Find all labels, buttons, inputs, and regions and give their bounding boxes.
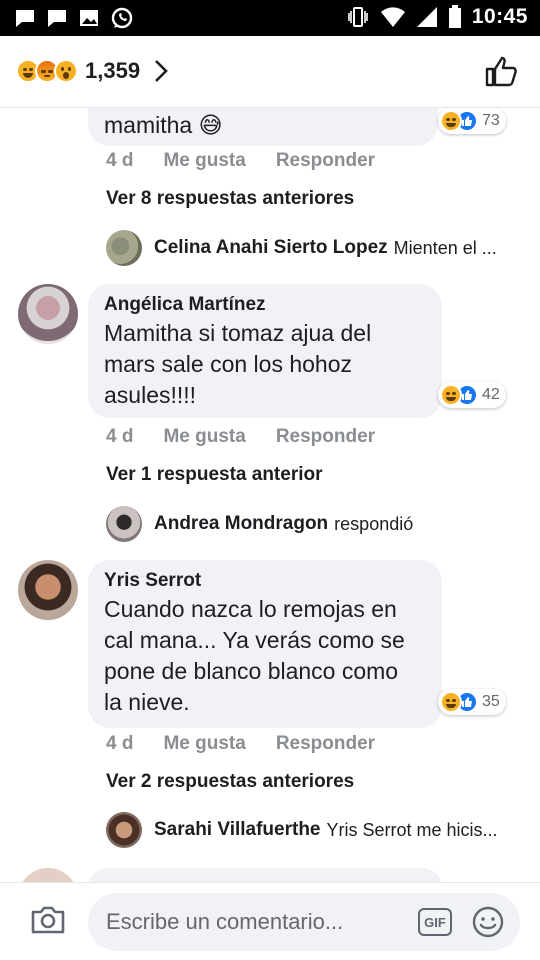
chevron-right-icon[interactable] xyxy=(154,59,168,83)
clock: 10:45 xyxy=(471,5,528,28)
comment-author[interactable]: Angélica Martínez xyxy=(104,292,426,318)
wow-reaction-icon xyxy=(54,59,78,83)
comment-bubble: Yris Serrot Cuando nazca lo remojas en c… xyxy=(88,560,442,728)
comment-text-line: Mamitha si tomaz ajua del xyxy=(104,320,372,346)
reactions-summary[interactable]: 1,359 xyxy=(16,58,168,84)
comment-time: 4 d xyxy=(106,733,134,754)
reply-link[interactable]: Responder xyxy=(276,426,375,448)
reply-snippet: respondió xyxy=(334,513,414,534)
smiley-icon[interactable] xyxy=(472,906,504,938)
comment-actions: 4 d Me gusta Responder xyxy=(106,733,375,755)
chat-notification-icon xyxy=(16,10,34,27)
comment-input[interactable]: Escribe un comentario... GIF xyxy=(88,893,520,951)
comment-reactions[interactable]: 42 xyxy=(438,382,506,408)
reaction-count: 1,359 xyxy=(85,58,141,83)
status-bar: 10:45 xyxy=(0,0,540,36)
reply-preview[interactable]: Celina Anahi Sierto Lopez Mienten el ... xyxy=(106,230,497,266)
comment-bubble: Angélica Martínez Mamitha si tomaz ajua … xyxy=(88,284,442,418)
thumbs-up-outline-icon[interactable] xyxy=(484,54,518,88)
camera-icon[interactable] xyxy=(30,905,66,935)
comment-time: 4 d xyxy=(106,150,134,171)
like-link[interactable]: Me gusta xyxy=(163,733,245,755)
reply-author: Andrea Mondragon xyxy=(154,513,329,534)
avatar[interactable] xyxy=(18,868,78,882)
comment-text-line: asules!!!! xyxy=(104,382,197,408)
like-link[interactable]: Me gusta xyxy=(163,150,245,172)
comment-actions: 4 d Me gusta Responder xyxy=(106,426,375,448)
reply-snippet: Yris Serrot me hicis... xyxy=(326,819,498,840)
comment-bubble xyxy=(88,868,442,882)
chat-notification-icon xyxy=(48,10,66,27)
avatar xyxy=(106,812,142,848)
reply-preview[interactable]: Andrea Mondragon respondió xyxy=(106,506,413,542)
wifi-icon xyxy=(380,7,405,27)
comment-time: 4 d xyxy=(106,426,134,447)
reaction-count: 73 xyxy=(482,112,500,129)
comments-feed[interactable]: mamitha 😅 73 4 d Me gusta Responder Ver … xyxy=(0,108,540,882)
reply-snippet: Mienten el ... xyxy=(393,237,497,258)
whatsapp-icon xyxy=(111,7,133,29)
reaction-count: 42 xyxy=(482,386,500,403)
reply-preview[interactable]: Sarahi Villafuerthe Yris Serrot me hicis… xyxy=(106,812,498,848)
comment-text-line: cal mana... Ya verás como se xyxy=(104,627,405,653)
reply-author: Sarahi Villafuerthe xyxy=(154,819,321,840)
comment-text-line: mars sale con los hohoz xyxy=(104,351,353,377)
comment-input-placeholder: Escribe un comentario... xyxy=(106,909,344,934)
reply-link[interactable]: Responder xyxy=(276,733,375,755)
haha-reaction-icon xyxy=(440,110,462,132)
comment-text: mamitha 😅 xyxy=(104,112,223,138)
gif-button[interactable]: GIF xyxy=(418,908,452,936)
haha-reaction-icon xyxy=(440,691,462,713)
reply-author: Celina Anahi Sierto Lopez xyxy=(154,237,388,258)
view-previous-replies[interactable]: Ver 1 respuesta anterior xyxy=(106,464,323,486)
image-notification-icon xyxy=(80,10,98,26)
like-link[interactable]: Me gusta xyxy=(163,426,245,448)
reply-link[interactable]: Responder xyxy=(276,150,375,172)
comment-composer: Escribe un comentario... GIF xyxy=(0,882,540,960)
comment-text-line: Cuando nazca lo remojas en xyxy=(104,596,397,622)
comment-author[interactable]: Yris Serrot xyxy=(104,568,426,594)
vibrate-icon xyxy=(347,7,368,27)
comment-reactions[interactable]: 73 xyxy=(438,108,506,134)
avatar xyxy=(106,230,142,266)
battery-icon xyxy=(448,5,461,28)
avatar[interactable] xyxy=(18,560,78,620)
reaction-count: 35 xyxy=(482,693,500,710)
reactions-header: 1,359 xyxy=(0,36,540,108)
view-previous-replies[interactable]: Ver 8 respuestas anteriores xyxy=(106,188,354,210)
view-previous-replies[interactable]: Ver 2 respuestas anteriores xyxy=(106,771,354,793)
comment-text-line: pone de blanco blanco como xyxy=(104,658,399,684)
signal-icon xyxy=(416,7,437,27)
comment-text-line: la nieve. xyxy=(104,689,190,715)
haha-reaction-icon xyxy=(440,384,462,406)
comment-bubble: mamitha 😅 xyxy=(88,108,438,146)
avatar[interactable] xyxy=(18,284,78,344)
avatar xyxy=(106,506,142,542)
comment-actions: 4 d Me gusta Responder xyxy=(106,150,375,172)
comment-reactions[interactable]: 35 xyxy=(438,689,506,715)
